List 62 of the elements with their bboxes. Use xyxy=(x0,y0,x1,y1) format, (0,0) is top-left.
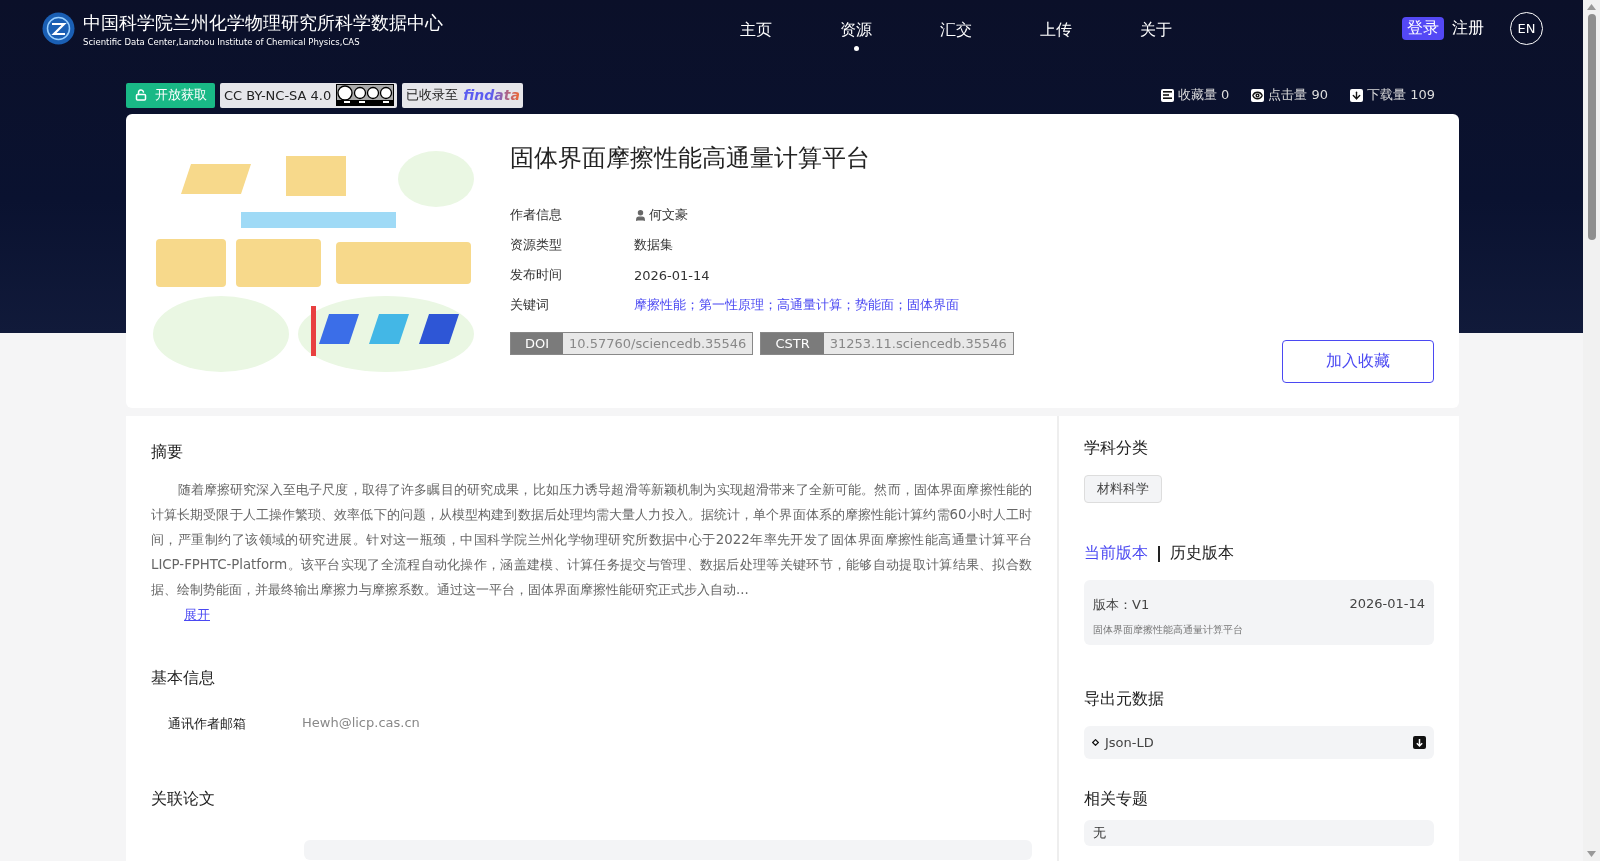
keywords-link[interactable]: 摩擦性能；第一性原理；高通量计算；势能面；固体界面 xyxy=(634,296,959,314)
identifier-label: CSTR xyxy=(761,333,824,354)
site-subtitle: Scientific Data Center,Lanzhou Institute of Chemical Physics,CAS xyxy=(83,36,361,47)
findata-logo: findata xyxy=(463,87,520,103)
stat-count: 点击量 90 xyxy=(1251,86,1329,104)
scroll-down-icon[interactable] xyxy=(1587,851,1596,857)
scroll-up-icon[interactable] xyxy=(1587,4,1596,10)
indexed-badge: 已收录至 findata xyxy=(402,82,523,108)
register-link[interactable]: 注册 xyxy=(1452,18,1484,39)
version-tab[interactable]: 历史版本 xyxy=(1170,543,1234,564)
field-value: 2026-01-14 xyxy=(634,267,710,283)
favorite-button[interactable]: 加入收藏 xyxy=(1282,340,1434,383)
section-heading: 摘要 xyxy=(151,442,184,463)
dataset-title: 固体界面摩擦性能高通量计算平台 xyxy=(510,143,871,174)
stat-count: 下载量 109 xyxy=(1350,86,1435,104)
field-label: 发布时间 xyxy=(510,266,563,284)
nav-link[interactable]: 资源 xyxy=(840,8,872,53)
nav-link[interactable]: 关于 xyxy=(1140,8,1172,53)
nav-link[interactable]: 汇交 xyxy=(940,8,972,53)
abstract-text: 随着摩擦研究深入至电子尺度，取得了许多瞩目的研究成果，比如压力诱导超滑等新颖机制为实现超滑带来了全新可能。然而，固体界面摩擦性能的计算长期受限于人工操作繁琐、效率低下的问题，从模型构建到数据后处理均需大量人力投入。据统计，单个界面体系的摩擦性能计算约需60小时人工时间，严重制约了该领域的研究进展。针对这一瓶颈，中国科学院兰州化学物理研究所数据中心于2022年率先开发了固体界面摩擦性能高通量计算平台LICP-FPHTC-Platform。该平台实现了全流程自动化操作，涵盖建模、计算任务提交与管理、数据后处理等关键环节，能够自动提取计算结果、拟合数据、绘制势能面，并最终输出摩擦力与摩擦系数。通过这一平台，固体界面摩擦性能研究正式步入自动... xyxy=(151,481,1032,599)
version-date: 2026-01-14 xyxy=(1349,596,1425,613)
info-value: Hewh@licp.cas.cn xyxy=(302,715,420,732)
field-label: 资源类型 xyxy=(510,236,563,254)
unlock-icon xyxy=(135,89,147,101)
login-button[interactable]: 登录 xyxy=(1402,17,1444,40)
version-title: 固体界面摩擦性能高通量计算平台 xyxy=(1093,624,1244,637)
user-icon xyxy=(634,208,647,222)
license-icon xyxy=(336,84,395,106)
field-label: 作者信息 xyxy=(510,206,563,224)
nav-link[interactable]: 主页 xyxy=(740,8,772,53)
export-row[interactable]: Json-LD xyxy=(1084,726,1434,759)
section-heading: 学科分类 xyxy=(1084,438,1149,459)
scrollbar-thumb[interactable] xyxy=(1588,14,1596,240)
stat-count: 收藏量 0 xyxy=(1160,86,1230,104)
topic-value: 无 xyxy=(1084,820,1434,846)
eye-icon xyxy=(1251,88,1265,102)
logo-icon xyxy=(42,12,75,45)
section-heading: 导出元数据 xyxy=(1084,689,1165,710)
section-heading: 相关专题 xyxy=(1084,789,1149,810)
identifier-label: DOI xyxy=(511,333,564,354)
site-title: 中国科学院兰州化学物理研究所科学数据中心 xyxy=(83,10,443,35)
open-access-badge: 开放获取 xyxy=(126,82,215,108)
license-badge: CC BY-NC-SA 4.0 xyxy=(220,82,398,108)
download-icon xyxy=(1350,88,1364,102)
format-label: Json-LD xyxy=(1105,735,1154,750)
version-label: 版本：V1 xyxy=(1093,596,1150,614)
identifier-value: 10.57760/sciencedb.35546 xyxy=(563,333,753,354)
field-label: 关键词 xyxy=(510,296,550,314)
expand-link[interactable]: 展开 xyxy=(184,606,210,624)
subject-tag[interactable]: 材料科学 xyxy=(1084,475,1162,503)
section-heading: 基本信息 xyxy=(151,668,216,689)
nav-link[interactable]: 上传 xyxy=(1040,8,1072,53)
scrollbar[interactable] xyxy=(1583,0,1600,861)
field-value: 数据集 xyxy=(634,236,673,254)
info-label: 通讯作者邮箱 xyxy=(168,715,247,733)
diamond-icon xyxy=(1092,739,1099,746)
section-heading: 关联论文 xyxy=(151,789,216,810)
identifier-value: 31253.11.sciencedb.35546 xyxy=(823,333,1013,354)
download-icon[interactable] xyxy=(1413,736,1426,749)
list-icon xyxy=(1160,88,1174,102)
version-tab[interactable]: 当前版本 xyxy=(1084,543,1148,564)
author-name[interactable]: 何文豪 xyxy=(649,206,688,224)
